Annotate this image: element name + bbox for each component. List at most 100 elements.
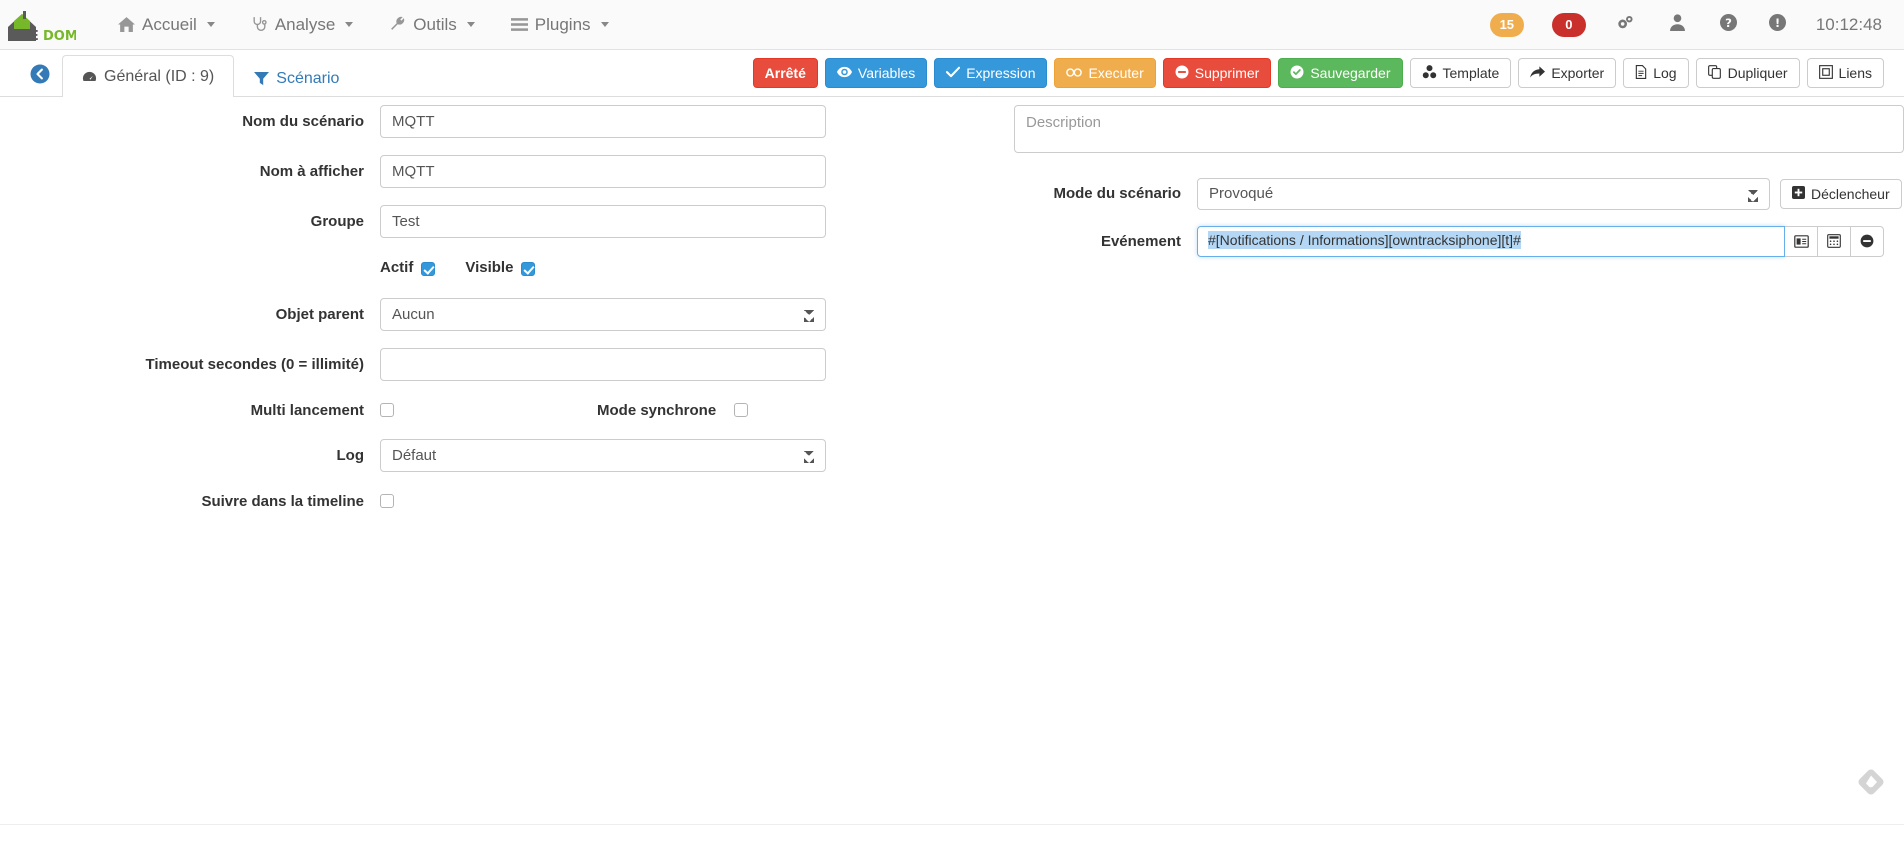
info-icon: ! <box>1768 14 1786 35</box>
main-menu: Accueil Analyse Outils Plugins <box>100 0 627 50</box>
row-nom-afficher: Nom à afficher <box>0 147 952 196</box>
eye-icon <box>836 66 852 80</box>
error-count-badge[interactable]: 0 <box>1551 12 1586 37</box>
label-groupe: Groupe <box>310 213 364 230</box>
supprimer-button[interactable]: Supprimer <box>1162 58 1272 88</box>
mode-scenario-select[interactable]: Provoqué <box>1197 177 1770 210</box>
status-badge[interactable]: Arrêté <box>752 58 818 88</box>
label-mode-synchrone: Mode synchrone <box>597 401 717 419</box>
nav-item-plugins[interactable]: Plugins <box>493 0 627 50</box>
visible-checkbox[interactable] <box>521 261 536 276</box>
tab-list: Général (ID : 9) Scénario <box>62 50 359 98</box>
executer-button[interactable]: Executer <box>1054 58 1156 88</box>
tab-general[interactable]: Général (ID : 9) <box>62 55 235 98</box>
warning-count-badge[interactable]: 15 <box>1489 12 1524 37</box>
minus-circle-icon <box>1175 65 1189 81</box>
nom-afficher-input[interactable] <box>380 155 826 188</box>
top-right-tools: 15 0 ? ! 10:12:48 <box>1476 0 1904 50</box>
variables-button[interactable]: Variables <box>824 58 928 88</box>
svg-text:!: ! <box>1775 16 1780 30</box>
template-icon <box>1422 65 1437 81</box>
right-form-column: Mode du scénario Provoqué Déclencheur Ev… <box>952 97 1904 264</box>
evenement-input[interactable]: #[Notifications / Informations][owntrack… <box>1197 225 1785 257</box>
row-objet-parent: Objet parent Aucun <box>0 290 952 339</box>
gears-icon <box>1616 14 1635 35</box>
row-description <box>952 97 1904 153</box>
actif-checkbox[interactable] <box>421 261 436 276</box>
user-menu-button[interactable] <box>1654 0 1704 50</box>
nav-item-analyse[interactable]: Analyse <box>233 0 371 50</box>
left-form-column: Nom du scénario Nom à afficher Groupe Ac… <box>0 97 952 522</box>
row-evenement: Evénement #[Notifications / Informations… <box>952 219 1904 263</box>
tab-scenario[interactable]: Scénario <box>234 55 359 102</box>
mode-synchrone-checkbox[interactable] <box>734 403 749 417</box>
timeout-input[interactable] <box>380 348 826 381</box>
svg-text:?: ? <box>1725 16 1732 30</box>
nav-label-analyse: Analyse <box>274 14 336 34</box>
row-nom-scenario: Nom du scénario <box>0 97 952 146</box>
label-timeline: Suivre dans la timeline <box>201 492 364 510</box>
info-button[interactable]: ! <box>1753 0 1802 50</box>
sauvegarder-button[interactable]: Sauvegarder <box>1278 58 1403 88</box>
help-button[interactable]: ? <box>1704 0 1753 50</box>
nav-item-outils[interactable]: Outils <box>371 0 492 50</box>
wrench-icon <box>389 16 406 33</box>
nav-label-accueil: Accueil <box>142 14 197 34</box>
calculator-icon[interactable] <box>1818 225 1851 257</box>
scenario-general-panel: Nom du scénario Nom à afficher Groupe Ac… <box>0 97 1904 822</box>
sitemap-icon <box>1818 65 1833 81</box>
tab-label-general: Général (ID : 9) <box>104 67 215 85</box>
help-icon: ? <box>1719 14 1737 35</box>
exporter-button[interactable]: Exporter <box>1518 58 1617 88</box>
action-bar: Général (ID : 9) Scénario Arrêté Variabl… <box>0 50 1904 98</box>
settings-menu-button[interactable] <box>1600 0 1654 50</box>
timeline-checkbox[interactable] <box>380 494 394 508</box>
label-mode-scenario: Mode du scénario <box>1053 185 1181 202</box>
objet-parent-select[interactable]: Aucun <box>380 298 826 331</box>
log-select[interactable]: Défaut <box>380 439 826 472</box>
expression-button[interactable]: Expression <box>934 58 1048 88</box>
dashboard-icon <box>82 69 97 84</box>
link-icon <box>1066 66 1083 80</box>
top-navigation-bar: EE DOM Accueil Analyse Outils Plugins 15… <box>0 0 1904 50</box>
stethoscope-icon <box>251 16 268 33</box>
check-circle-icon <box>1290 65 1304 81</box>
file-text-icon <box>1635 65 1647 81</box>
row-multi-synchrone: Multi lancement Mode synchrone <box>0 390 952 430</box>
dupliquer-button[interactable]: Dupliquer <box>1695 58 1800 88</box>
chevron-down-icon <box>466 22 475 27</box>
row-timeout: Timeout secondes (0 = illimité) <box>0 340 952 389</box>
list-icon <box>510 16 528 33</box>
select-command-icon[interactable] <box>1785 225 1818 257</box>
share-arrow-icon <box>1530 65 1546 81</box>
liens-button[interactable]: Liens <box>1806 58 1884 88</box>
home-icon <box>118 16 135 33</box>
label-actif: Actif <box>380 258 414 276</box>
row-log: Log Défaut <box>0 431 952 480</box>
label-nom-scenario: Nom du scénario <box>242 113 364 130</box>
row-timeline: Suivre dans la timeline <box>0 481 952 521</box>
back-button[interactable] <box>30 64 50 84</box>
template-button[interactable]: Template <box>1409 58 1512 88</box>
row-mode-scenario: Mode du scénario Provoqué Déclencheur <box>952 169 1904 218</box>
label-timeout: Timeout secondes (0 = illimité) <box>145 356 364 373</box>
label-evenement: Evénement <box>1100 232 1181 250</box>
log-button[interactable]: Log <box>1623 58 1689 88</box>
multi-lancement-checkbox[interactable] <box>380 403 394 417</box>
jeedom-logo[interactable]: EE DOM <box>0 0 78 50</box>
nav-label-outils: Outils <box>413 14 457 34</box>
label-visible: Visible <box>465 258 514 276</box>
row-actif-visible: Actif Visible <box>0 247 952 289</box>
groupe-input[interactable] <box>380 205 826 238</box>
clock: 10:12:48 <box>1815 14 1882 34</box>
nom-scenario-input[interactable] <box>380 105 826 138</box>
remove-icon[interactable] <box>1851 225 1884 257</box>
declencheur-button[interactable]: Déclencheur <box>1780 178 1902 209</box>
feedly-icon[interactable] <box>1858 769 1884 795</box>
description-textarea[interactable] <box>1014 105 1904 153</box>
nav-item-accueil[interactable]: Accueil <box>100 0 233 50</box>
evenement-value: #[Notifications / Informations][owntrack… <box>1208 230 1521 249</box>
label-nom-afficher: Nom à afficher <box>259 163 364 180</box>
chevron-down-icon <box>345 22 354 27</box>
row-groupe: Groupe <box>0 197 952 246</box>
